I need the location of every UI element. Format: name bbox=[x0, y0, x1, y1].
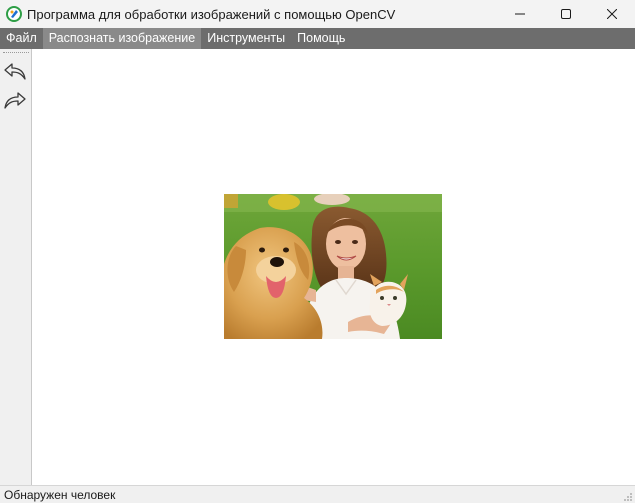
menu-bar: Файл Распознать изображение Инструменты … bbox=[0, 28, 635, 49]
title-bar: Программа для обработки изображений с по… bbox=[0, 0, 635, 28]
toolbar-grip[interactable] bbox=[3, 52, 29, 53]
loaded-photo bbox=[224, 194, 442, 339]
redo-button[interactable] bbox=[2, 88, 28, 112]
status-text: Обнаружен человек bbox=[4, 488, 116, 502]
window-controls bbox=[497, 0, 635, 28]
minimize-icon bbox=[515, 13, 525, 15]
menu-file[interactable]: Файл bbox=[0, 28, 43, 49]
menu-tools[interactable]: Инструменты bbox=[201, 28, 291, 49]
redo-icon bbox=[4, 92, 26, 109]
window-title: Программа для обработки изображений с по… bbox=[27, 6, 396, 22]
status-bar: Обнаружен человек bbox=[0, 485, 635, 503]
resize-grip-icon[interactable] bbox=[623, 492, 633, 502]
app-icon bbox=[6, 6, 22, 22]
maximize-button[interactable] bbox=[543, 0, 589, 28]
menu-recognize-image[interactable]: Распознать изображение bbox=[42, 28, 202, 49]
menu-help[interactable]: Помощь bbox=[291, 28, 351, 49]
side-toolbar bbox=[0, 49, 32, 485]
close-button[interactable] bbox=[589, 0, 635, 28]
minimize-button[interactable] bbox=[497, 0, 543, 28]
close-icon bbox=[607, 9, 617, 19]
image-canvas[interactable] bbox=[32, 49, 635, 485]
undo-icon bbox=[4, 63, 26, 80]
undo-button[interactable] bbox=[2, 59, 28, 83]
photo-image bbox=[224, 194, 442, 339]
maximize-icon bbox=[561, 9, 571, 19]
app-window: Программа для обработки изображений с по… bbox=[0, 0, 635, 503]
